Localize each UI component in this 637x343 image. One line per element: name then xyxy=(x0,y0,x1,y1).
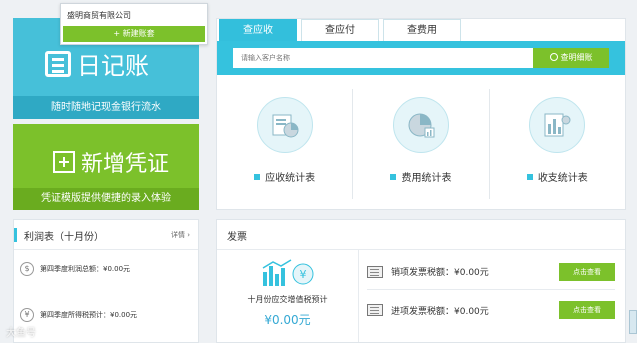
report-shortcuts: 应收统计表 费用统计表 收支统计表 xyxy=(217,89,625,199)
vat-value: ¥0.00元 xyxy=(264,313,311,327)
query-tabs: 查应收 查应付 查费用 xyxy=(217,19,625,41)
new-voucher-tile[interactable]: 新增凭证 凭证模版提供便捷的录入体验 xyxy=(13,124,199,210)
input-invoice-row: 进项发票税额：¥0.00元 点击查看 xyxy=(367,292,615,328)
view-input-invoice-button[interactable]: 点击查看 xyxy=(559,301,615,319)
receivable-report-label: 应收统计表 xyxy=(217,169,352,184)
invoice-sheet-icon xyxy=(367,265,383,278)
income-expense-report-card[interactable]: 收支统计表 xyxy=(488,89,625,199)
coin-icon: ¥ xyxy=(20,308,34,322)
expense-report-card[interactable]: 费用统计表 xyxy=(352,89,488,199)
vat-chart-icon: ¥ xyxy=(262,259,314,286)
tab-payable[interactable]: 查应付 xyxy=(301,19,379,41)
voucher-heading: 新增凭证 xyxy=(53,146,169,178)
watermark: 大鱼号 xyxy=(6,328,36,339)
view-ledger-label: 查明细账 xyxy=(560,53,593,62)
new-account-button[interactable]: + 新建账套 xyxy=(63,26,205,42)
invoice-sheet-icon xyxy=(367,304,383,316)
profit-title: 利润表（十月份） xyxy=(24,232,104,243)
profit-accent-bar xyxy=(14,228,17,242)
query-panel: 查应收 查应付 查费用 查明细账 应收统计表 费用统计表 收支统计表 xyxy=(216,18,626,210)
profit-header: 利润表（十月份） 详情 › xyxy=(14,220,198,250)
income-tax-text: 第四季度所得税预计：¥0.00元 xyxy=(40,311,138,319)
voucher-title: 新增凭证 xyxy=(81,152,170,177)
income-expense-bar-icon xyxy=(529,97,586,153)
invoice-title: 发票 xyxy=(227,232,247,243)
profit-card: 利润表（十月份） 详情 › $ 第四季度利润总额：¥0.00元 ¥ 第四季度所得… xyxy=(13,219,199,343)
profit-total-row: $ 第四季度利润总额：¥0.00元 xyxy=(20,260,192,278)
plus-icon xyxy=(53,151,75,173)
output-invoice-text: 销项发票税额：¥0.00元 xyxy=(391,268,489,278)
voucher-subtitle: 凭证模版提供便捷的录入体验 xyxy=(13,188,199,210)
journal-heading: 日记账 xyxy=(45,46,149,81)
receivable-report-icon xyxy=(256,97,313,153)
search-bar: 查明细账 xyxy=(217,41,625,75)
receivable-report-card[interactable]: 应收统计表 xyxy=(217,89,352,199)
company-option[interactable]: 盛明商贸有限公司 xyxy=(61,4,207,25)
view-ledger-button[interactable]: 查明细账 xyxy=(533,48,609,68)
journal-subtitle: 随时随地记现金银行流水 xyxy=(13,96,199,119)
profit-detail-link[interactable]: 详情 › xyxy=(171,230,190,240)
search-icon xyxy=(549,53,558,61)
tab-receivable[interactable]: 查应收 xyxy=(219,19,297,41)
income-expense-report-label: 收支统计表 xyxy=(490,169,625,184)
income-tax-row: ¥ 第四季度所得税预计：¥0.00元 xyxy=(20,306,192,324)
svg-text:¥: ¥ xyxy=(300,268,307,281)
vat-summary: ¥ 十月份应交增值税预计 ¥0.00元 xyxy=(217,250,359,342)
output-invoice-row: 销项发票税额：¥0.00元 点击查看 xyxy=(367,254,615,290)
journal-icon xyxy=(45,50,71,77)
expense-pie-icon xyxy=(392,97,449,153)
side-float-handle[interactable] xyxy=(629,310,637,334)
view-output-invoice-button[interactable]: 点击查看 xyxy=(559,262,615,281)
expense-report-label: 费用统计表 xyxy=(353,169,488,184)
profit-total-text: 第四季度利润总额：¥0.00元 xyxy=(40,265,131,273)
tab-expense[interactable]: 查费用 xyxy=(383,19,461,41)
customer-search-input[interactable] xyxy=(233,48,533,68)
company-dropdown: 盛明商贸有限公司 + 新建账套 xyxy=(60,3,208,45)
input-invoice-text: 进项发票税额：¥0.00元 xyxy=(391,306,489,317)
journal-title: 日记账 xyxy=(77,52,149,80)
invoice-card: 发票 ¥ 十月份应交增值税预计 ¥0.00元 销项发票税额：¥0.00元 点击查… xyxy=(216,219,626,343)
vat-caption: 十月份应交增值税预计 xyxy=(247,295,328,304)
coin-icon: $ xyxy=(20,262,34,276)
invoice-header: 发票 xyxy=(217,220,625,250)
